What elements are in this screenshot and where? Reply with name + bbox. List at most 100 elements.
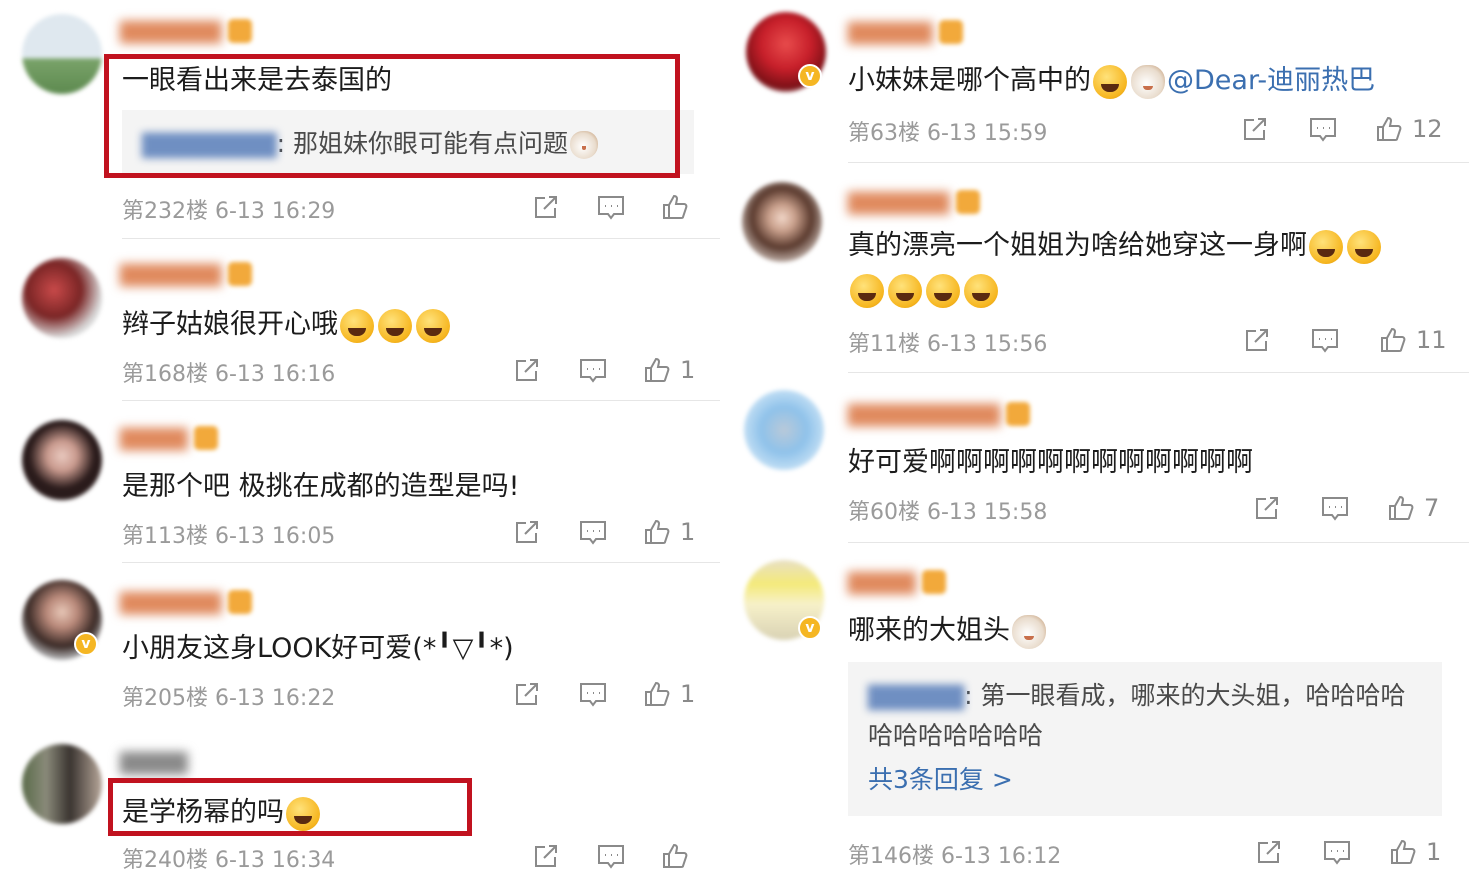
share-icon [1244,118,1266,140]
share-icon [535,196,557,218]
avatar[interactable] [744,390,824,470]
username[interactable]: ▇▇▇▇▇▇ [120,588,252,616]
comment-icon [598,845,624,869]
avatar[interactable] [742,182,822,262]
comment-item: ▇▇▇▇▇▇▇▇▇ 好可爱啊啊啊啊啊啊啊啊啊啊啊啊 第60楼 6-13 15:5… [728,374,1469,543]
like-icon [1389,495,1414,520]
share-button[interactable] [1252,491,1282,525]
vip-badge-icon [955,190,980,214]
vip-badge-icon [227,19,252,43]
comment-icon [1312,329,1338,353]
comment-button[interactable] [1308,112,1338,146]
share-icon [516,521,538,543]
comment-item: ▇▇▇▇▇▇ 一眼看出来是去泰国的 ▇▇▇▇▇▇▇: 那姐妹你眼可能有点问题 第… [0,0,720,240]
comment-icon [580,521,606,545]
share-button[interactable] [1254,835,1284,869]
more-replies-link[interactable]: 共3条回复 > [868,760,1422,800]
comment-text: 小朋友这身LOOK好可爱(*╹▽╹*) [122,633,514,664]
share-icon [1256,497,1278,519]
username[interactable]: ▇▇▇▇▇▇ [120,17,252,45]
floor-timestamp: 第11楼 6-13 15:56 [848,332,1048,357]
floor-timestamp: 第63楼 6-13 15:59 [848,121,1048,146]
vip-badge-icon [938,20,963,44]
like-button[interactable]: 1 [642,677,695,711]
comment-item: ▇▇▇▇▇▇ 真的漂亮一个姐姐为啥给她穿这一身啊 第11楼 6-13 15:56… [728,164,1469,374]
comment-button[interactable] [1320,491,1350,525]
share-button[interactable] [531,190,561,224]
floor-timestamp: 第60楼 6-13 15:58 [848,500,1048,525]
comment-item: v ▇▇▇▇ 哪来的大姐头 ▇▇▇▇▇: 第一眼看成，哪来的大头姐，哈哈哈哈哈哈… [728,542,1469,883]
like-count: 12 [1412,115,1443,143]
share-icon [1246,329,1268,351]
floor-timestamp: 第168楼 6-13 16:16 [122,362,336,387]
emoji-icon [1093,64,1127,99]
reply-preview[interactable]: ▇▇▇▇▇▇▇: 那姐妹你眼可能有点问题 [122,110,694,174]
avatar[interactable] [22,258,102,338]
avatar[interactable] [22,744,102,824]
comment-text: 小妹妹是哪个高中的 @Dear-迪丽热巴 [848,58,1375,99]
comment-icon [598,196,624,220]
comment-button[interactable] [578,515,608,549]
share-icon [516,683,538,705]
share-icon [535,845,557,867]
like-button[interactable]: 11 [1378,323,1447,357]
divider [122,400,720,401]
emoji-icon [340,308,374,343]
like-button[interactable] [660,839,698,873]
username[interactable]: ▇▇▇▇ [120,748,188,776]
share-button[interactable] [1242,323,1272,357]
comment-column-right: v ▇▇▇▇▇ 小妹妹是哪个高中的 @Dear-迪丽热巴 第63楼 6-13 15… [728,0,1469,883]
avatar[interactable] [22,14,102,94]
username[interactable]: ▇▇▇▇▇▇ [848,188,980,216]
like-button[interactable]: 1 [1388,835,1441,869]
floor-timestamp: 第232楼 6-13 16:29 [122,199,336,224]
comment-button[interactable] [578,677,608,711]
reply-preview[interactable]: ▇▇▇▇▇: 第一眼看成，哪来的大头姐，哈哈哈哈哈哈哈哈哈哈哈 共3条回复 > [848,662,1442,816]
like-button[interactable]: 12 [1374,112,1443,146]
reply-author[interactable]: ▇▇▇▇▇▇▇ [142,129,277,158]
username[interactable]: ▇▇▇▇▇ [848,18,963,46]
share-button[interactable] [1240,112,1270,146]
username[interactable]: ▇▇▇▇▇▇ [120,260,252,288]
divider [848,372,1469,373]
like-count: 1 [680,356,696,384]
divider [122,238,720,239]
comment-button[interactable] [596,839,626,873]
username[interactable]: ▇▇▇▇ [848,568,946,596]
like-button[interactable]: 1 [642,353,695,387]
like-button[interactable]: 1 [642,515,695,549]
emoji-icon [569,131,598,159]
comment-text: 是那个吧 极挑在成都的造型是吗! [122,471,520,502]
username[interactable]: ▇▇▇▇ [120,424,218,452]
like-button[interactable] [660,190,698,224]
mention-link[interactable]: @Dear-迪丽热巴 [1167,65,1375,96]
like-icon [1381,327,1406,352]
vip-badge-icon [227,590,252,614]
comment-column-left: ▇▇▇▇▇▇ 一眼看出来是去泰国的 ▇▇▇▇▇▇▇: 那姐妹你眼可能有点问题 第… [0,0,720,883]
comment-icon [580,359,606,383]
emoji-icon [378,308,412,343]
verified-icon: v [798,616,822,640]
share-button[interactable] [512,515,542,549]
comment-button[interactable] [596,190,626,224]
emoji-icon [850,273,884,308]
comment-item: v ▇▇▇▇▇ 小妹妹是哪个高中的 @Dear-迪丽热巴 第63楼 6-13 15… [728,0,1469,164]
vip-badge-icon [193,426,218,450]
username[interactable]: ▇▇▇▇▇▇▇▇▇ [848,400,1031,428]
share-button[interactable] [512,353,542,387]
comment-button[interactable] [1322,835,1352,869]
like-count: 1 [1426,838,1442,866]
vip-badge-icon [921,570,946,594]
avatar[interactable] [22,420,102,500]
comment-button[interactable] [1310,323,1340,357]
like-icon [645,681,670,706]
share-button[interactable] [531,839,561,873]
comment-text: 哪来的大姐头 [848,608,1048,649]
emoji-icon [964,273,998,308]
comment-button[interactable] [578,353,608,387]
emoji-icon [1131,64,1165,99]
reply-author[interactable]: ▇▇▇▇▇ [868,681,964,710]
like-button[interactable]: 7 [1386,491,1439,525]
share-button[interactable] [512,677,542,711]
comment-icon [1310,118,1336,142]
